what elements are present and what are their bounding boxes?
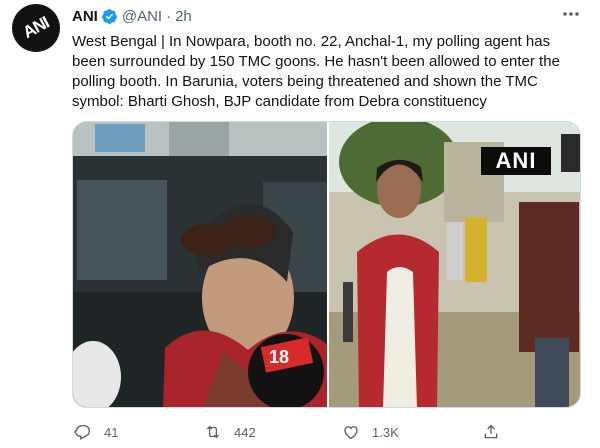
- author-handle[interactable]: @ANI: [122, 8, 162, 25]
- tweet[interactable]: ANI ANI @ANI · 2h West Bengal | In Nowpa…: [0, 0, 600, 448]
- photo-woman-interview: 18: [73, 122, 327, 407]
- retweet-button[interactable]: 442: [204, 420, 256, 444]
- tweet-timestamp[interactable]: 2h: [175, 8, 192, 25]
- share-button[interactable]: [482, 420, 500, 444]
- more-dots-glyph: [563, 12, 579, 16]
- author-name[interactable]: ANI: [72, 8, 98, 25]
- media-image-1[interactable]: 18: [73, 122, 327, 407]
- share-icon: [484, 424, 498, 439]
- tweet-text: West Bengal | In Nowpara, booth no. 22, …: [72, 33, 560, 110]
- reply-button[interactable]: 41: [74, 420, 118, 444]
- retweet-icon: [206, 425, 220, 439]
- more-options-icon[interactable]: [560, 4, 582, 24]
- tweet-actions: 41 442 1.3K: [72, 420, 582, 444]
- reply-icon: [74, 424, 91, 440]
- separator-dot: ·: [166, 7, 172, 25]
- avatar-logo-text: ANI: [19, 13, 52, 43]
- retweet-count: 442: [234, 424, 256, 440]
- ani-watermark: ANI: [481, 147, 551, 175]
- like-button[interactable]: 1.3K: [342, 420, 399, 444]
- media-image-2[interactable]: ANI: [329, 122, 580, 407]
- avatar[interactable]: ANI: [12, 4, 60, 52]
- reply-count: 41: [104, 424, 119, 440]
- verified-badge-icon: [101, 8, 117, 24]
- like-heart-icon: [344, 426, 358, 440]
- tweet-media[interactable]: 18 ANI: [72, 121, 581, 408]
- like-count: 1.3K: [372, 424, 399, 440]
- tweet-header: ANI @ANI · 2h: [72, 6, 192, 26]
- microphone-number: 18: [269, 347, 289, 367]
